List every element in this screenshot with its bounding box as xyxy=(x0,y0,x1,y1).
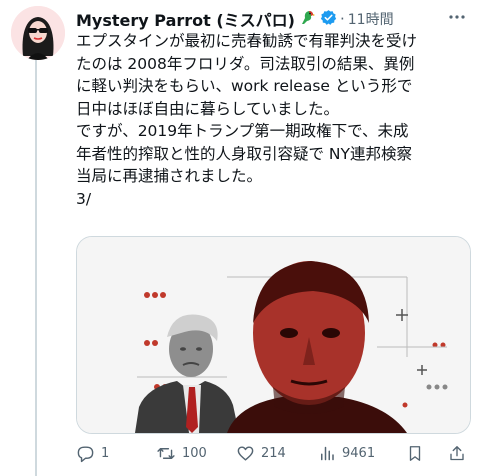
tweet-text-line: 3/ xyxy=(76,189,92,208)
more-icon[interactable] xyxy=(444,8,470,30)
retweet-button[interactable]: 100 xyxy=(156,444,207,463)
tweet-text: エプスタインが最初に売春勧誘で有罪判決を受け たのは 2008年フロリダ。司法取… xyxy=(76,30,476,210)
share-icon xyxy=(448,444,466,463)
views-count: 9461 xyxy=(342,446,376,461)
tweet-text-line: たのは 2008年フロリダ。司法取引の結果、異例 xyxy=(76,54,415,73)
reply-icon xyxy=(76,444,95,463)
tweet-actions: 1 100 214 9461 xyxy=(76,442,476,468)
reply-button[interactable]: 1 xyxy=(76,444,109,463)
tweet-text-line: 当局に再逮捕されました。 xyxy=(76,167,263,185)
tweet-media-image[interactable] xyxy=(76,236,471,434)
timestamp[interactable]: 11時間 xyxy=(348,9,394,29)
parrot-emoji xyxy=(298,8,316,30)
bookmark-button[interactable] xyxy=(406,444,424,463)
share-button[interactable] xyxy=(448,444,466,463)
heart-icon xyxy=(236,444,255,463)
like-count: 214 xyxy=(261,446,286,461)
avatar[interactable] xyxy=(11,6,65,60)
author-name[interactable]: Mystery Parrot (ミスパロ) xyxy=(76,7,295,31)
separator: · xyxy=(339,10,345,28)
reply-count: 1 xyxy=(101,446,110,461)
tweet-text-line: エプスタインが最初に売春勧誘で有罪判決を受け xyxy=(76,32,418,50)
tweet-text-line: ですが、2019年トランプ第一期政権下で、未成 xyxy=(76,122,409,140)
views-icon xyxy=(318,444,336,463)
tweet-text-line: 日中はほぼ自由に暮らしていました。 xyxy=(76,99,340,118)
views-button[interactable]: 9461 xyxy=(318,444,375,463)
tweet-text-line: に軽い判決をもらい、work release という形で xyxy=(76,77,413,95)
tweet-text-line: 年者性的搾取と性的人身取引容疑で NY連邦検察 xyxy=(76,144,412,163)
retweet-count: 100 xyxy=(182,446,207,461)
like-button[interactable]: 214 xyxy=(236,444,286,463)
collage-photo xyxy=(77,237,470,433)
bookmark-icon xyxy=(406,444,424,463)
thread-line xyxy=(35,58,37,476)
avatar-image xyxy=(11,6,65,60)
verified-badge-icon xyxy=(320,9,337,30)
tweet-header: Mystery Parrot (ミスパロ) · 11時間 xyxy=(76,6,470,32)
retweet-icon xyxy=(156,444,176,463)
